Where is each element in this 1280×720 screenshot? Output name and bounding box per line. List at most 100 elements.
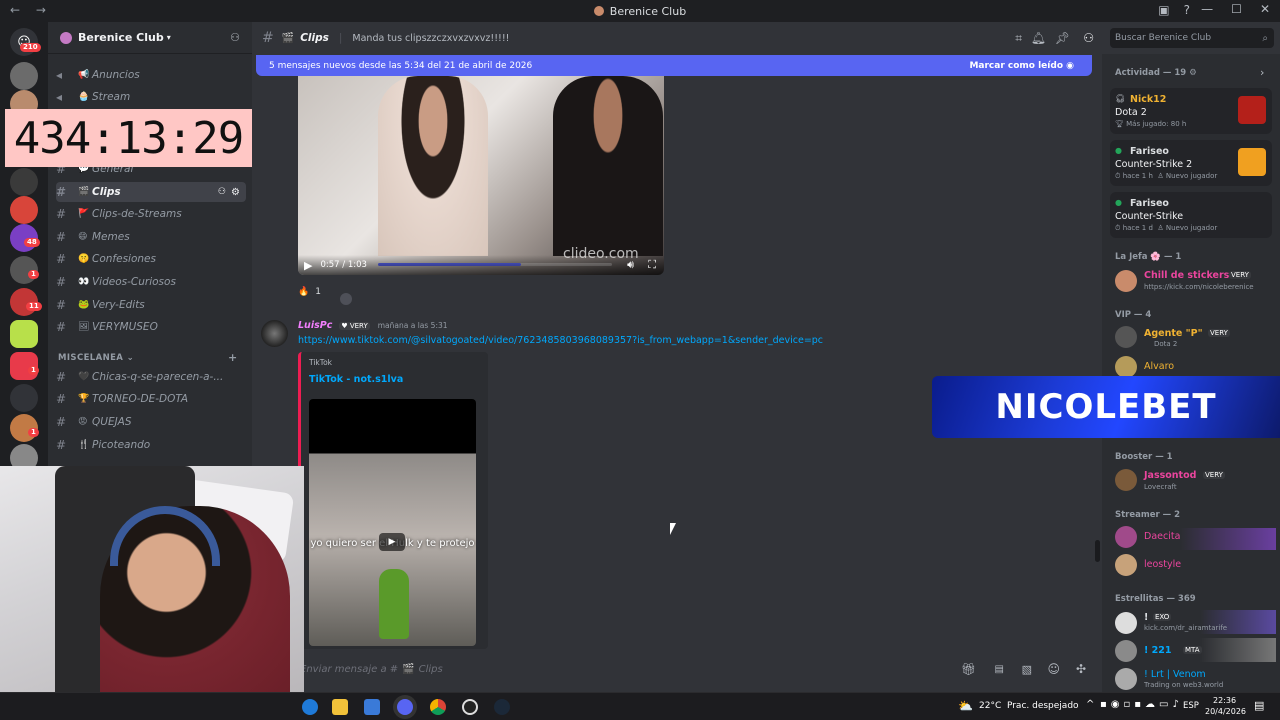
activity-card[interactable]: ● Fariseo Counter-Strike 2 ⏱ hace 1 h ♙ … — [1110, 140, 1272, 186]
mark-as-read-button[interactable]: Marcar como leído ◉ — [969, 61, 1074, 71]
avatar[interactable] — [1115, 554, 1137, 576]
avatar[interactable] — [1115, 270, 1137, 292]
add-channel-icon[interactable]: + — [228, 351, 238, 364]
channel-emoji: 🧁 — [78, 92, 90, 102]
maximize-button[interactable]: ☐ — [1231, 2, 1242, 16]
server-icon-1[interactable] — [10, 62, 38, 90]
avatar[interactable] — [261, 320, 288, 347]
minimize-button[interactable]: — — [1201, 2, 1213, 16]
add-reaction-icon[interactable] — [340, 293, 352, 305]
channel-memes[interactable]: # 😄 Memes — [56, 227, 246, 247]
member-name[interactable]: ! 221 — [1144, 645, 1171, 656]
add-member-icon[interactable]: ⚇ — [230, 31, 240, 44]
invite-icon[interactable]: ⚇ — [218, 187, 226, 197]
member-name[interactable]: Agente "P" — [1144, 328, 1203, 339]
member-name[interactable]: Alvaro — [1144, 361, 1174, 372]
avatar[interactable] — [1115, 526, 1137, 548]
pin-icon[interactable]: 📌︎ — [1055, 31, 1070, 45]
gear-icon[interactable]: ⚙ — [231, 187, 240, 198]
tray-chevron-icon[interactable]: ^ — [1086, 699, 1094, 710]
gift-icon[interactable]: 🎁︎ — [961, 662, 976, 676]
server-header[interactable]: Berenice Club ▾ ⚇ — [48, 22, 252, 54]
steam-icon[interactable] — [494, 699, 510, 715]
member-name[interactable]: ! Lrt | Venom — [1144, 669, 1206, 680]
hash-icon: # — [262, 30, 274, 46]
help-icon[interactable]: ? — [1184, 3, 1190, 17]
channel-clips-de-streams[interactable]: # 🚩 Clips-de-Streams — [56, 204, 246, 224]
channel-confesiones[interactable]: # 🤫 Confesiones — [56, 249, 246, 269]
channel-anuncios[interactable]: ◂ 📢 Anuncios — [56, 65, 246, 85]
activity-user: Nick12 — [1130, 94, 1166, 105]
play-video-icon[interactable]: ▶ — [379, 533, 405, 551]
avatar[interactable] — [1115, 326, 1137, 348]
edge-icon[interactable] — [302, 699, 318, 715]
gear-icon[interactable]: ⚙ — [1189, 68, 1197, 78]
emoji-icon[interactable]: ☺ — [1047, 662, 1060, 676]
channel-quejas[interactable]: # 😡 QUEJAS — [56, 412, 246, 432]
channel-very-edits[interactable]: # 🐸 Very-Edits — [56, 295, 246, 315]
member-name[interactable]: Jassontod — [1144, 470, 1196, 481]
weather-text[interactable]: 22°C Prac. despejado — [979, 701, 1079, 711]
category-miscelanea[interactable]: MISCELANEA ⌄ + — [58, 351, 237, 364]
fullscreen-icon[interactable]: ⛶ — [648, 258, 656, 272]
embed-title[interactable]: TikTok - not.s1lva — [309, 374, 403, 385]
server-icon-4[interactable] — [10, 196, 38, 224]
channel-verymuseo[interactable]: # 🖼 VERYMUSEO — [56, 317, 246, 337]
gif-icon[interactable]: ▤ — [995, 664, 1004, 675]
member-name[interactable]: Chill de stickers — [1144, 270, 1229, 281]
embed-thumbnail[interactable]: yo quiero ser el Hulk y te protejo ▶ — [309, 399, 476, 646]
language-indicator[interactable]: ESP — [1183, 701, 1199, 711]
chat-scrollbar[interactable] — [1095, 540, 1100, 562]
file-explorer-icon[interactable] — [332, 699, 348, 715]
activity-card[interactable]: ● Fariseo Counter-Strike ⏱ hace 1 d ♙ Nu… — [1110, 192, 1272, 238]
channel-stream[interactable]: ◂ 🧁 Stream — [56, 87, 246, 107]
play-icon[interactable]: ▶ — [304, 259, 312, 272]
obs-icon[interactable] — [462, 699, 478, 715]
member-name[interactable]: ! — [1144, 612, 1148, 623]
activity-detail-text: hace 1 d — [1122, 224, 1153, 232]
threads-icon[interactable]: ⌗ — [1015, 31, 1022, 46]
tray-icons[interactable]: ▪◉▫▪☁▭♪ — [1100, 699, 1183, 710]
clock-time[interactable]: 22:36 — [1213, 696, 1236, 705]
chevron-right-icon[interactable]: › — [1260, 66, 1264, 79]
avatar[interactable] — [1115, 612, 1137, 634]
channel-torneo-de-dota[interactable]: # 🏆 TORNEO-DE-DOTA — [56, 389, 246, 409]
sticker-icon[interactable]: ▧ — [1022, 663, 1032, 676]
member-name[interactable]: Daecita — [1144, 531, 1180, 542]
member-name[interactable]: leostyle — [1144, 559, 1181, 570]
avatar[interactable] — [1115, 469, 1137, 491]
message-author[interactable]: LuisPc — [298, 320, 332, 331]
notification-icon[interactable]: ▤ — [1254, 699, 1264, 712]
server-badge-5: 1 — [28, 428, 39, 437]
clock-date[interactable]: 20/4/2026 — [1205, 707, 1246, 716]
member-status: Lovecraft — [1144, 483, 1177, 491]
chrome-icon[interactable] — [430, 699, 446, 715]
bell-icon[interactable]: 🔔︎ — [1031, 31, 1046, 45]
message-link[interactable]: https://www.tiktok.com/@silvatogoated/vi… — [298, 335, 823, 346]
activity-card[interactable]: Nick12 🎧︎ Dota 2 🏆︎ Más jugado: 80 h — [1110, 88, 1272, 134]
apps-icon[interactable]: ✣ — [1076, 662, 1086, 676]
message-input[interactable]: Enviar mensaje a # 🎬 Clips 🎁︎ ▤ ▧ ☺ ✣ — [300, 656, 1094, 682]
server-icon-10[interactable] — [10, 384, 38, 412]
video-player[interactable]: clideo.com ▶ 0:57 / 1:03 🔊︎ ⛶ — [298, 76, 664, 275]
avatar[interactable] — [1115, 640, 1137, 662]
members-icon[interactable]: ⚇ — [1083, 31, 1094, 45]
store-icon[interactable] — [364, 699, 380, 715]
channel-videos-curiosos[interactable]: # 👀 Videos-Curiosos — [56, 272, 246, 292]
avatar[interactable] — [1115, 668, 1137, 690]
reaction-pill[interactable]: 🔥 1 — [298, 283, 321, 301]
server-icon-3[interactable] — [10, 168, 38, 196]
channel-clips[interactable]: # 🎬 Clips ⚇ ⚙ — [56, 182, 246, 202]
channel-chicas[interactable]: # 🖤 Chicas-q-se-parecen-a-... — [56, 367, 246, 387]
check-icon: ◉ — [1066, 60, 1074, 71]
avatar[interactable] — [1115, 356, 1137, 378]
nav-arrows[interactable]: ← → — [10, 3, 52, 17]
server-icon-8[interactable] — [10, 320, 38, 348]
search-input[interactable]: Buscar Berenice Club ⌕ — [1110, 28, 1274, 48]
volume-icon[interactable]: 🔊︎ — [627, 258, 634, 272]
close-button[interactable]: ✕ — [1260, 2, 1270, 16]
channel-picoteando[interactable]: # 🍴 Picoteando — [56, 435, 246, 455]
new-messages-banner[interactable]: 5 mensajes nuevos desde las 5:34 del 21 … — [256, 55, 1092, 76]
inbox-icon[interactable]: ▣ — [1158, 3, 1169, 17]
discord-taskbar-icon[interactable] — [397, 699, 413, 715]
